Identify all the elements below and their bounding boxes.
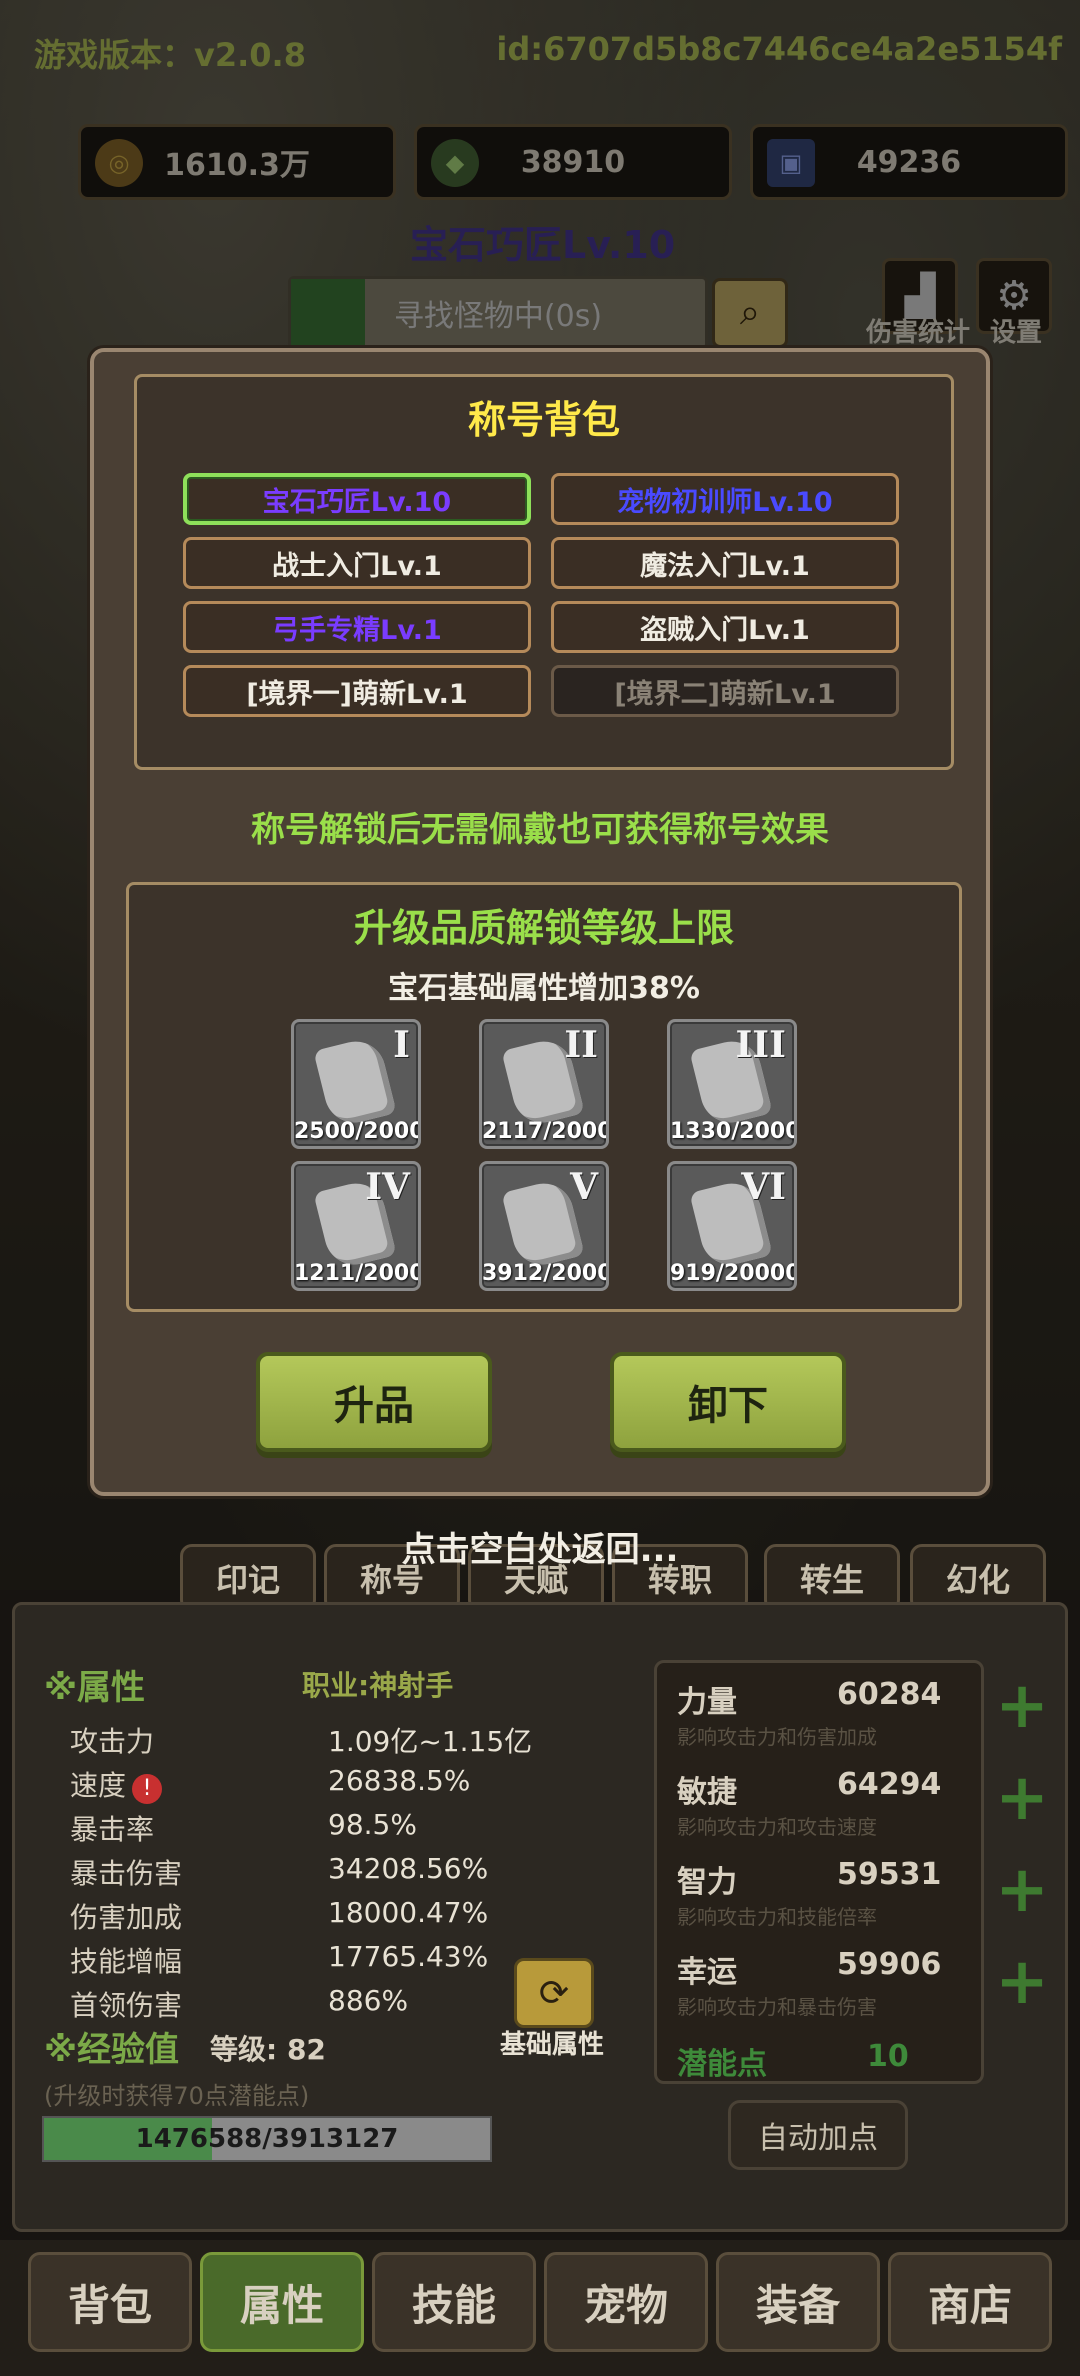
gold-coin-icon: ◎ xyxy=(95,139,143,187)
gem-value: 38910 xyxy=(520,144,626,180)
stat-label: 伤害加成 xyxy=(70,1901,183,1934)
experience-heading: ※经验值 xyxy=(44,2030,180,2070)
stat-label: 暴击伤害 xyxy=(70,1857,183,1890)
gem-egg-icon: ◆ xyxy=(431,139,479,187)
game-version: 游戏版本：v2.0.8 xyxy=(34,36,306,74)
stat-value: 886% xyxy=(328,1984,409,2017)
experience-text: 1476588/3913127 xyxy=(135,2124,399,2154)
point-desc: 影响攻击力和攻击速度 xyxy=(677,1815,877,1839)
stat-label: 技能增幅 xyxy=(70,1945,183,1978)
bottom-nav: 背包 属性 技能 宠物 装备 商店 xyxy=(0,2240,1080,2376)
title-card[interactable]: [境界一]萌新Lv.1 xyxy=(183,665,531,717)
damage-stats-label: 伤害统计 xyxy=(866,318,971,348)
search-monster-bar: 寻找怪物中(0s) xyxy=(288,276,708,350)
add-agility-plus-icon[interactable]: + xyxy=(994,1761,1050,1835)
quality-gem-slot[interactable]: VI 919/20000 xyxy=(667,1161,797,1291)
job-label: 职业:神射手 xyxy=(302,1669,454,1702)
nav-pets[interactable]: 宠物 xyxy=(544,2252,708,2352)
point-value: 64294 xyxy=(837,1767,942,1802)
title-card[interactable]: 宠物初训师Lv.10 xyxy=(551,473,899,525)
potential-value: 10 xyxy=(867,2039,909,2074)
point-name: 敏捷 xyxy=(677,1775,737,1810)
quality-gem-slot[interactable]: II 2117/20000 xyxy=(479,1019,609,1149)
search-icon[interactable]: ⌕ xyxy=(712,278,788,348)
quality-gem-slot[interactable]: IV 1211/20000 xyxy=(291,1161,421,1291)
gem-resource: ◆ 38910 xyxy=(414,124,732,200)
quality-panel: 升级品质解锁等级上限 宝石基础属性增加38% I 2500/20000 II 2… xyxy=(126,882,962,1312)
gold-value: 1610.3万 xyxy=(164,148,310,183)
point-desc: 影响攻击力和暴击伤害 xyxy=(677,1995,877,2019)
stat-value: 17765.43% xyxy=(328,1940,489,1973)
stat-value: 26838.5% xyxy=(328,1764,471,1797)
add-strength-plus-icon[interactable]: + xyxy=(994,1669,1050,1743)
modal-title: 称号背包 xyxy=(467,398,620,442)
nav-shop[interactable]: 商店 xyxy=(888,2252,1052,2352)
unequip-button[interactable]: 卸下 xyxy=(610,1352,846,1452)
stat-value: 1.09亿~1.15亿 xyxy=(328,1725,533,1758)
title-bag-modal: 称号背包 宝石巧匠Lv.10 宠物初训师Lv.10 战士入门Lv.1 魔法入门L… xyxy=(90,348,990,1496)
gem-stone-icon xyxy=(313,1035,397,1129)
player-title: 宝石巧匠Lv.10 xyxy=(410,223,676,267)
title-notice: 称号解锁后无需佩戴也可获得称号效果 xyxy=(251,810,829,850)
swap-refresh-icon[interactable]: ⟳ xyxy=(514,1958,594,2028)
nav-skills[interactable]: 技能 xyxy=(372,2252,536,2352)
point-name: 幸运 xyxy=(677,1955,737,1990)
experience-bar: 1476588/3913127 xyxy=(42,2116,492,2162)
base-attribute-label: 基础属性 xyxy=(500,2030,605,2060)
point-name: 力量 xyxy=(677,1685,737,1720)
point-desc: 影响攻击力和伤害加成 xyxy=(677,1725,877,1749)
point-value: 60284 xyxy=(837,1677,942,1712)
search-status: 寻找怪物中(0s) xyxy=(393,299,603,334)
card-resource: ▣ 49236 xyxy=(750,124,1068,200)
warning-icon[interactable]: ! xyxy=(132,1774,163,1804)
add-intellect-plus-icon[interactable]: + xyxy=(994,1853,1050,1927)
stat-label: 暴击率 xyxy=(70,1813,155,1846)
title-card[interactable]: 弓手专精Lv.1 xyxy=(183,601,531,653)
title-card[interactable]: 魔法入门Lv.1 xyxy=(551,537,899,589)
stat-label: 首领伤害 xyxy=(70,1989,183,2022)
title-card-locked[interactable]: [境界二]萌新Lv.1 xyxy=(551,665,899,717)
upgrade-quality-button[interactable]: 升品 xyxy=(256,1352,492,1452)
card-icon: ▣ xyxy=(767,139,815,187)
gold-resource: ◎ 1610.3万 xyxy=(78,124,396,200)
settings-label: 设置 xyxy=(990,318,1043,348)
user-id: id:6707d5b8c7446ce4a2e5154f xyxy=(496,30,1062,68)
point-value: 59531 xyxy=(837,1857,942,1892)
level-label: 等级: 82 xyxy=(210,2033,326,2066)
auto-allocate-button[interactable]: 自动加点 xyxy=(728,2100,908,2170)
nav-bag[interactable]: 背包 xyxy=(28,2252,192,2352)
stat-value: 98.5% xyxy=(328,1808,417,1841)
quality-gem-slot[interactable]: V 3912/20000 xyxy=(479,1161,609,1291)
title-card-selected[interactable]: 宝石巧匠Lv.10 xyxy=(183,473,531,525)
stat-label: 速度! xyxy=(70,1764,163,1804)
experience-hint: (升级时获得70点潜能点) xyxy=(44,2082,310,2110)
add-luck-plus-icon[interactable]: + xyxy=(994,1945,1050,2019)
point-value: 59906 xyxy=(837,1947,942,1982)
stat-value: 34208.56% xyxy=(328,1852,489,1885)
nav-equipment[interactable]: 装备 xyxy=(716,2252,880,2352)
quality-gem-slot[interactable]: III 1330/20000 xyxy=(667,1019,797,1149)
title-card[interactable]: 战士入门Lv.1 xyxy=(183,537,531,589)
title-card[interactable]: 盗贼入门Lv.1 xyxy=(551,601,899,653)
stat-value: 18000.47% xyxy=(328,1896,489,1929)
quality-subtitle: 宝石基础属性增加38% xyxy=(388,971,700,1006)
points-panel: 力量 60284 影响攻击力和伤害加成 敏捷 64294 影响攻击力和攻击速度 … xyxy=(654,1660,984,2084)
point-name: 智力 xyxy=(677,1865,737,1900)
quality-gem-slot[interactable]: I 2500/20000 xyxy=(291,1019,421,1149)
attribute-heading: ※属性 xyxy=(44,1668,146,1708)
potential-label: 潜能点 xyxy=(677,2047,767,2082)
title-list-panel: 称号背包 宝石巧匠Lv.10 宠物初训师Lv.10 战士入门Lv.1 魔法入门L… xyxy=(134,374,954,770)
card-value: 49236 xyxy=(856,144,962,180)
stat-label: 攻击力 xyxy=(70,1725,155,1758)
point-desc: 影响攻击力和技能倍率 xyxy=(677,1905,877,1929)
tap-to-return-hint: 点击空白处返回... xyxy=(401,1530,679,1570)
quality-title: 升级品质解锁等级上限 xyxy=(353,906,734,950)
nav-attributes[interactable]: 属性 xyxy=(200,2252,364,2352)
